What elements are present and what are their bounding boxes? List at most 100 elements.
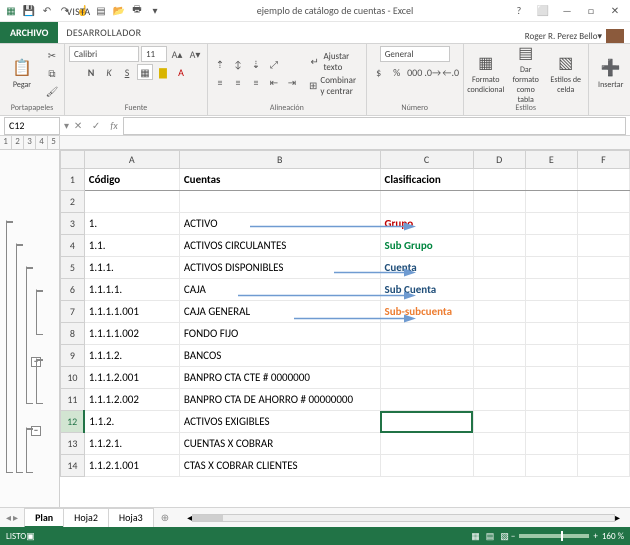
- name-box[interactable]: C12: [4, 117, 60, 135]
- border-button[interactable]: ▦: [137, 64, 153, 80]
- cell-D8[interactable]: [473, 323, 525, 345]
- cell-B11[interactable]: BANPRO CTA DE AHORRO # 00000000: [179, 389, 380, 411]
- cell-A9[interactable]: 1.1.1.2.: [84, 345, 179, 367]
- merge-center-button[interactable]: ⊞ Combinar y centrar: [308, 75, 362, 97]
- fx-cancel-icon[interactable]: ✕: [69, 119, 87, 132]
- conditional-format-button[interactable]: ▦ Formato condicional: [468, 48, 504, 100]
- cell-styles-button[interactable]: ▧ Estilos de celda: [548, 48, 584, 100]
- zoom-out-icon[interactable]: −: [511, 531, 515, 542]
- cell-B12[interactable]: ACTIVOS EXIGIBLES: [179, 411, 380, 433]
- cell-E13[interactable]: [525, 433, 577, 455]
- cell-E10[interactable]: [525, 367, 577, 389]
- help-icon[interactable]: ?: [508, 4, 530, 17]
- row-header-3[interactable]: 3: [61, 213, 85, 235]
- cell-A10[interactable]: 1.1.1.2.001: [84, 367, 179, 389]
- cell-C3[interactable]: Grupo: [380, 213, 473, 235]
- cell-E12[interactable]: [525, 411, 577, 433]
- undo-icon[interactable]: ↶: [40, 4, 54, 18]
- cell-C13[interactable]: [380, 433, 473, 455]
- cell-D9[interactable]: [473, 345, 525, 367]
- cell-B4[interactable]: ACTIVOS CIRCULANTES: [179, 235, 380, 257]
- account-name[interactable]: Roger R. Perez Bello ▾: [519, 29, 630, 43]
- bold-button[interactable]: N: [83, 64, 99, 80]
- align-right-icon[interactable]: ≡: [248, 75, 264, 91]
- cell-B10[interactable]: BANPRO CTA CTE # 0000000: [179, 367, 380, 389]
- select-all-corner[interactable]: [61, 151, 85, 169]
- cell-A14[interactable]: 1.1.2.1.001: [84, 455, 179, 477]
- cell-C8[interactable]: [380, 323, 473, 345]
- outline-level-1[interactable]: 1: [0, 136, 12, 149]
- col-header-C[interactable]: C: [380, 151, 473, 169]
- col-header-E[interactable]: E: [525, 151, 577, 169]
- inc-decimal-icon[interactable]: .0→: [425, 64, 441, 80]
- cell-F12[interactable]: [577, 411, 629, 433]
- cell-D5[interactable]: [473, 257, 525, 279]
- cell-D10[interactable]: [473, 367, 525, 389]
- cell-A4[interactable]: 1.1.: [84, 235, 179, 257]
- cell-C12[interactable]: [380, 411, 473, 433]
- sheet-nav-prev-icon[interactable]: ◂: [6, 511, 11, 524]
- scroll-thumb[interactable]: [193, 515, 223, 521]
- row-header-8[interactable]: 8: [61, 323, 85, 345]
- cell-E4[interactable]: [525, 235, 577, 257]
- maximize-icon[interactable]: □: [580, 4, 602, 17]
- format-painter-icon[interactable]: 🖌: [44, 84, 60, 100]
- cell-F10[interactable]: [577, 367, 629, 389]
- font-name-select[interactable]: Calibri: [69, 46, 139, 62]
- cell-B9[interactable]: BANCOS: [179, 345, 380, 367]
- cell-E6[interactable]: [525, 279, 577, 301]
- align-center-icon[interactable]: ≡: [230, 75, 246, 91]
- comma-icon[interactable]: 000: [407, 64, 423, 80]
- cell-D4[interactable]: [473, 235, 525, 257]
- cell-C6[interactable]: Sub Cuenta: [380, 279, 473, 301]
- zoom-value[interactable]: 160 %: [602, 531, 624, 542]
- cell-F6[interactable]: [577, 279, 629, 301]
- cell-A1[interactable]: Código: [84, 169, 179, 191]
- row-header-9[interactable]: 9: [61, 345, 85, 367]
- font-color-button[interactable]: A: [173, 64, 189, 80]
- cell-B2[interactable]: [179, 191, 380, 213]
- row-header-14[interactable]: 14: [61, 455, 85, 477]
- row-header-6[interactable]: 6: [61, 279, 85, 301]
- cell-F1[interactable]: [577, 169, 629, 191]
- percent-icon[interactable]: %: [389, 64, 405, 80]
- row-header-5[interactable]: 5: [61, 257, 85, 279]
- cell-B14[interactable]: CTAS X COBRAR CLIENTES: [179, 455, 380, 477]
- zoom-in-icon[interactable]: +: [593, 531, 597, 542]
- currency-icon[interactable]: $: [371, 64, 387, 80]
- cell-F11[interactable]: [577, 389, 629, 411]
- cell-B5[interactable]: ACTIVOS DISPONIBLES: [179, 257, 380, 279]
- orientation-icon[interactable]: ⤢: [266, 57, 282, 73]
- account-menu-icon[interactable]: ▾: [597, 31, 602, 42]
- cell-F9[interactable]: [577, 345, 629, 367]
- tab-vista[interactable]: VISTA: [58, 1, 157, 22]
- format-as-table-button[interactable]: ▤ Dar formato como tabla: [508, 48, 544, 100]
- number-format-select[interactable]: General: [380, 46, 450, 62]
- sheet-tab-hoja2[interactable]: Hoja2: [63, 508, 109, 528]
- normal-view-icon[interactable]: ▦: [471, 531, 480, 542]
- macro-record-icon[interactable]: ▣: [26, 531, 35, 542]
- row-header-13[interactable]: 13: [61, 433, 85, 455]
- page-layout-icon[interactable]: ▤: [486, 531, 495, 542]
- cell-D11[interactable]: [473, 389, 525, 411]
- zoom-slider[interactable]: [519, 534, 589, 538]
- save-icon[interactable]: 💾: [22, 4, 36, 18]
- cell-B8[interactable]: FONDO FIJO: [179, 323, 380, 345]
- cell-E3[interactable]: [525, 213, 577, 235]
- cell-B1[interactable]: Cuentas: [179, 169, 380, 191]
- row-header-2[interactable]: 2: [61, 191, 85, 213]
- cell-A12[interactable]: 1.1.2.: [84, 411, 179, 433]
- page-break-icon[interactable]: ▧: [500, 531, 509, 542]
- cell-D14[interactable]: [473, 455, 525, 477]
- cell-E9[interactable]: [525, 345, 577, 367]
- indent-dec-icon[interactable]: ⇤: [266, 75, 282, 91]
- row-header-10[interactable]: 10: [61, 367, 85, 389]
- minimize-icon[interactable]: —: [556, 4, 578, 17]
- align-middle-icon[interactable]: ↕: [230, 57, 246, 73]
- cell-D7[interactable]: [473, 301, 525, 323]
- cell-D2[interactable]: [473, 191, 525, 213]
- cell-E7[interactable]: [525, 301, 577, 323]
- formula-input[interactable]: [123, 117, 626, 135]
- outline-level-3[interactable]: 3: [24, 136, 36, 149]
- cell-C11[interactable]: [380, 389, 473, 411]
